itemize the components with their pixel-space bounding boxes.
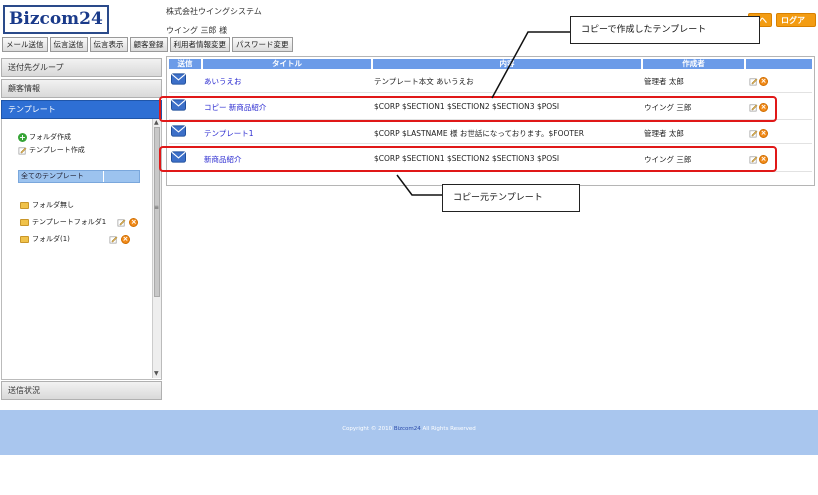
copyright-text: Copyright © 2010 Bizcom24 All Rights Res… xyxy=(0,426,818,432)
copyright-prefix: Copyright © 2010 xyxy=(342,426,394,432)
copyright-suffix: All Rights Reserved xyxy=(420,426,476,432)
app-root: Bizcom24 株式会社ウイングシステム ウイング 三郎 様 ヘルプ ログアウ… xyxy=(0,0,818,495)
callout-copied-template: コピーで作成したテンプレート xyxy=(570,16,760,44)
copyright-brand-link[interactable]: Bizcom24 xyxy=(394,426,421,432)
callout-source-template: コピー元テンプレート xyxy=(442,184,580,212)
footer-bar xyxy=(0,410,818,455)
